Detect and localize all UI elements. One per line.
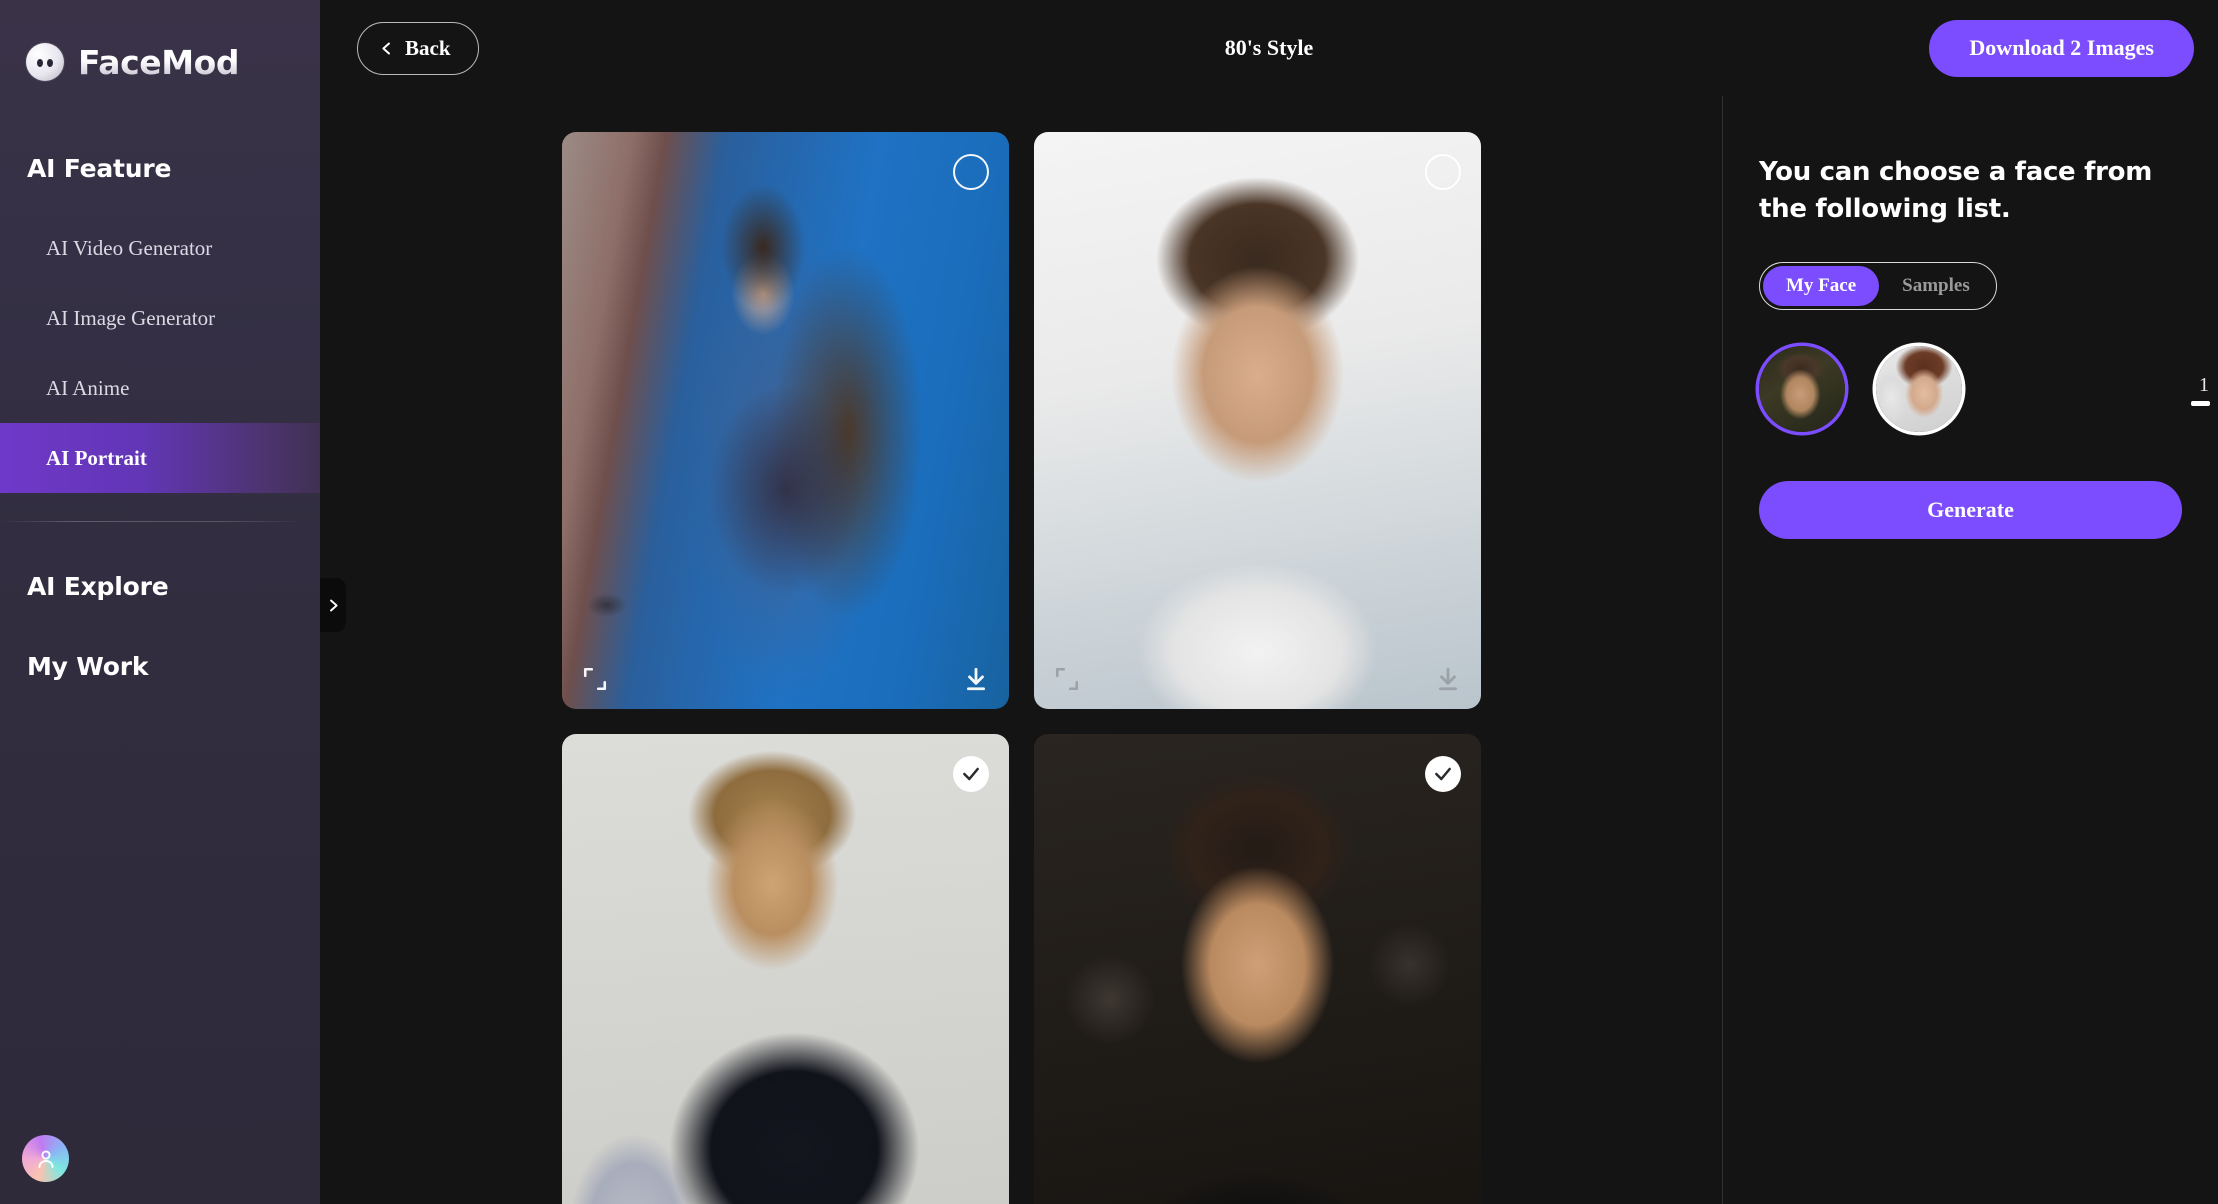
back-button-label: Back	[405, 35, 451, 60]
download-icon[interactable]	[963, 666, 989, 692]
content-area: You can choose a face from the following…	[320, 96, 2218, 1204]
sidebar-item-ai-anime[interactable]: AI Anime	[0, 353, 320, 423]
tab-samples[interactable]: Samples	[1879, 266, 1993, 306]
result-card-4[interactable]	[1033, 734, 1481, 1204]
result-card-3[interactable]	[561, 734, 1009, 1204]
face-source-tabs: My Face Samples	[1759, 261, 2184, 310]
sidebar-item-label: AI Video Generator	[46, 235, 213, 260]
chevron-right-icon	[329, 599, 338, 611]
face-list	[1759, 345, 2184, 432]
check-icon	[1434, 767, 1451, 781]
select-checkbox-2[interactable]	[1424, 154, 1461, 190]
download-images-button[interactable]: Download 2 Images	[1929, 19, 2194, 77]
chevron-left-icon	[382, 42, 390, 54]
app-root: FaceMod AI Feature AI Video Generator AI…	[0, 0, 2218, 1204]
result-image-4	[1033, 734, 1481, 1204]
face-option-2[interactable]	[1876, 345, 1962, 432]
results-gallery	[320, 96, 1722, 1204]
panel-heading: You can choose a face from the following…	[1759, 157, 2153, 224]
back-button[interactable]: Back	[357, 21, 479, 75]
page-indicator-label: 1	[2199, 374, 2209, 396]
sidebar-section-my-work[interactable]: My Work	[0, 652, 320, 681]
page-indicator-bar	[2191, 401, 2210, 406]
results-grid	[320, 124, 1722, 1204]
sidebar-item-ai-video-generator[interactable]: AI Video Generator	[0, 213, 320, 283]
profile-avatar[interactable]	[22, 1135, 69, 1182]
top-toolbar: Back 80's Style Download 2 Images	[320, 0, 2218, 96]
face-circle-icon	[26, 43, 64, 81]
sidebar: FaceMod AI Feature AI Video Generator AI…	[0, 0, 346, 1204]
sidebar-item-ai-portrait[interactable]: AI Portrait	[0, 423, 320, 493]
face-selection-panel: You can choose a face from the following…	[1722, 96, 2218, 1204]
sidebar-item-ai-image-generator[interactable]: AI Image Generator	[0, 283, 320, 353]
main-stage: Back 80's Style Download 2 Images You ca…	[320, 0, 2218, 1204]
expand-icon[interactable]	[1054, 666, 1080, 692]
face-option-1[interactable]	[1759, 345, 1845, 432]
sidebar-section-ai-feature: AI Feature	[27, 154, 172, 183]
expand-icon[interactable]	[582, 666, 608, 692]
sidebar-item-label: AI Anime	[46, 375, 130, 400]
sidebar-item-label: AI Portrait	[46, 445, 147, 470]
brand-logo[interactable]: FaceMod	[0, 0, 320, 96]
generate-button[interactable]: Generate	[1759, 480, 2182, 539]
brand-name: FaceMod	[78, 42, 240, 82]
page-indicator[interactable]: 1	[2190, 374, 2218, 406]
result-image-3	[561, 734, 1009, 1204]
logo-eye-right	[47, 59, 53, 67]
sidebar-section-ai-explore[interactable]: AI Explore	[0, 572, 320, 601]
sidebar-divider	[0, 521, 296, 522]
result-image-1	[561, 132, 1009, 709]
result-card-2[interactable]	[1033, 132, 1481, 709]
result-image-2	[1033, 132, 1481, 709]
select-checkbox-3[interactable]	[952, 756, 989, 792]
logo-eye-left	[37, 59, 43, 67]
sidebar-collapse-toggle[interactable]	[320, 578, 346, 632]
user-avatar-icon	[38, 1149, 53, 1168]
sidebar-nav: AI Video Generator AI Image Generator AI…	[0, 213, 320, 493]
select-checkbox-4[interactable]	[1424, 756, 1461, 792]
segmented-control: My Face Samples	[1759, 261, 1997, 310]
check-icon	[962, 767, 979, 781]
tab-my-face[interactable]: My Face	[1763, 265, 1880, 306]
sidebar-item-label: AI Image Generator	[46, 305, 216, 330]
panel-divider	[1722, 96, 1723, 1204]
select-checkbox-1[interactable]	[952, 154, 989, 190]
download-icon[interactable]	[1435, 666, 1461, 692]
result-card-1[interactable]	[561, 132, 1009, 709]
